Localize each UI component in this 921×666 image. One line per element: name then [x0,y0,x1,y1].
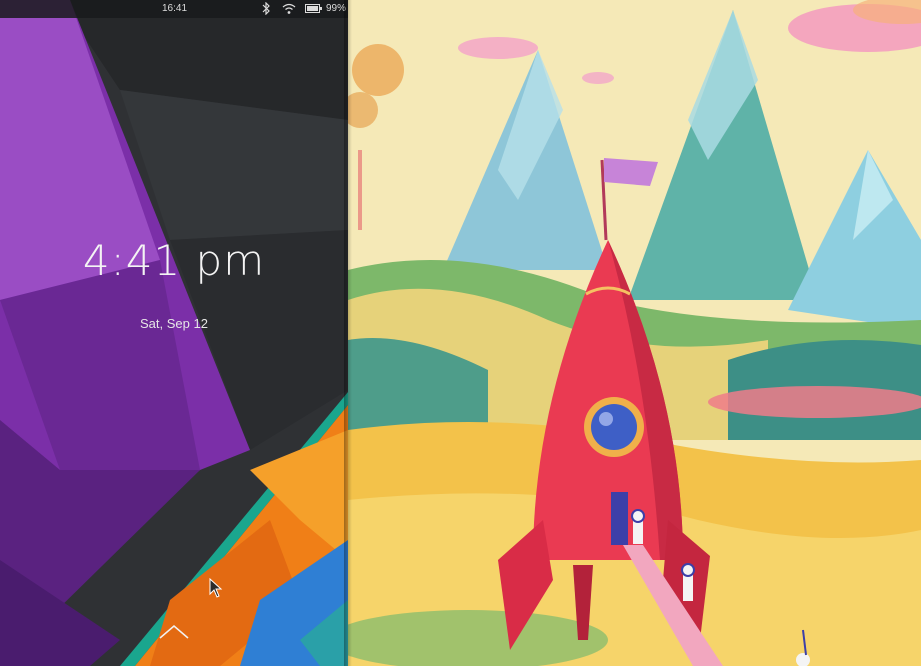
lockscreen-date: Sat, Sep 12 [140,316,208,331]
battery-percent: 99% [326,3,347,14]
desktop-wallpaper [348,0,921,666]
lockscreen-wallpaper [0,0,348,666]
lockscreen-panel: 16:41 99% 4:41 pm Sat, Sep 12 [0,0,348,666]
rocket-landscape-illustration [348,0,921,666]
battery-icon [305,4,322,13]
status-time: 16:41 [162,3,188,14]
status-bar: 16:41 99% [0,0,348,18]
mouse-cursor-icon [209,578,223,598]
panel-divider [344,0,352,666]
wifi-icon [282,3,296,14]
lockscreen-clock: 4:41 pm [82,236,266,285]
bluetooth-icon [262,2,270,15]
unlock-chevron-up-icon[interactable] [158,624,190,640]
